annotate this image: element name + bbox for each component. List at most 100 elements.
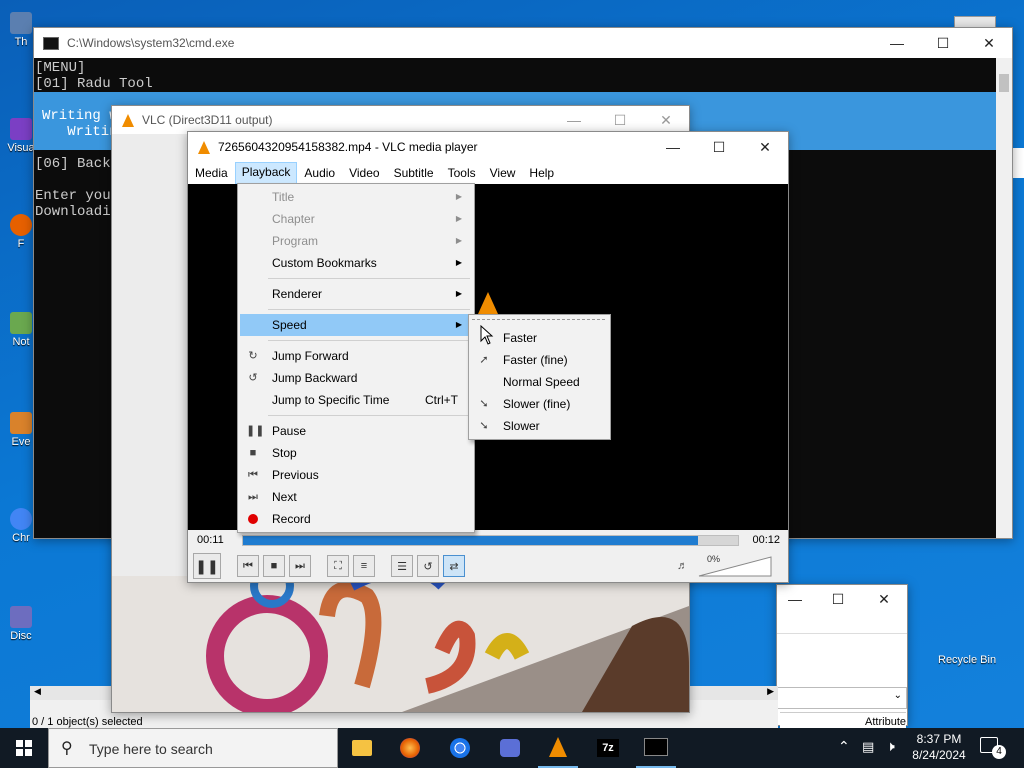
menu-item-jump-backward[interactable]: ↺ Jump Backward (240, 367, 472, 389)
clock[interactable]: 8:37 PM 8/24/2024 (912, 732, 966, 762)
desktop-icon-firefox[interactable]: F (6, 214, 36, 250)
menu-item-jump-specific-time[interactable]: Jump to Specific Time Ctrl+T (240, 389, 472, 411)
menu-help[interactable]: Help (522, 163, 561, 183)
notepad-icon (10, 312, 32, 334)
menu-view[interactable]: View (483, 163, 523, 183)
fullscreen-button[interactable]: ⛶ (327, 555, 349, 577)
vlc-cone-icon (122, 113, 134, 127)
pause-button[interactable]: ❚❚ (193, 553, 221, 579)
network-icon[interactable]: ▤ (862, 739, 874, 755)
menu-item-previous[interactable]: ⏮ Previous (240, 464, 472, 486)
chevron-right-icon: ▶ (455, 320, 462, 329)
extended-settings-button[interactable]: ≡ (353, 555, 375, 577)
taskbar-cmd[interactable] (636, 728, 676, 768)
chevron-up-icon[interactable]: ⌃ (838, 738, 850, 755)
menu-video[interactable]: Video (342, 163, 386, 183)
search-box[interactable]: ⚲ Type here to search (48, 728, 338, 768)
volume-muted-icon[interactable]: 🕨 (886, 738, 895, 755)
taskbar-vlc[interactable] (538, 728, 578, 768)
cmd-title: C:\Windows\system32\cmd.exe (67, 36, 235, 50)
minimize-button[interactable]: — (551, 106, 597, 134)
menu-item-renderer[interactable]: Renderer ▶ (240, 283, 472, 305)
menu-item-chapter[interactable]: Chapter ▶ (240, 208, 472, 230)
desktop-icon-notepad[interactable]: Not (6, 312, 36, 348)
vlc-output-titlebar[interactable]: VLC (Direct3D11 output) — ☐ ✕ (112, 106, 689, 134)
search-app-icon (10, 412, 32, 434)
menu-item-slower[interactable]: ➘ Slower (471, 415, 608, 437)
elapsed-time: 00:11 (197, 534, 224, 546)
minimize-button[interactable]: — (775, 585, 815, 613)
minimize-button[interactable]: — (650, 132, 696, 162)
console-line: Downloadin (35, 204, 120, 220)
close-button[interactable]: ✕ (861, 585, 907, 613)
cmd-titlebar[interactable]: C:\Windows\system32\cmd.exe — ☐ ✕ (34, 28, 1012, 58)
close-button[interactable]: ✕ (966, 28, 1012, 58)
jump-backward-icon: ↺ (248, 372, 258, 384)
maximize-button[interactable]: ☐ (696, 132, 742, 162)
scrollbar-thumb[interactable] (999, 74, 1009, 92)
menu-subtitle[interactable]: Subtitle (387, 163, 441, 183)
desktop-icon-discord[interactable]: Disc (6, 606, 36, 642)
menu-tools[interactable]: Tools (441, 163, 483, 183)
firefox-icon (400, 738, 420, 758)
menu-item-record[interactable]: Record (240, 508, 472, 530)
taskbar-chrome[interactable] (440, 728, 480, 768)
close-button[interactable]: ✕ (742, 132, 788, 162)
menu-item-stop[interactable]: ■ Stop (240, 442, 472, 464)
menu-playback[interactable]: Playback (234, 162, 298, 184)
menu-item-normal-speed[interactable]: Normal Speed (471, 371, 608, 393)
desktop-icon-this-pc[interactable]: Th (6, 12, 36, 48)
menu-media[interactable]: Media (188, 163, 235, 183)
action-center-button[interactable]: 4 (980, 737, 1006, 759)
maximize-button[interactable]: ☐ (815, 585, 861, 613)
chevron-down-icon: ⌄ (893, 690, 902, 701)
menu-item-slower-fine[interactable]: ➘ Slower (fine) (471, 393, 608, 415)
close-button[interactable]: ✕ (643, 106, 689, 134)
menu-item-jump-forward[interactable]: ↻ Jump Forward (240, 345, 472, 367)
menu-item-faster-fine[interactable]: ➚ Faster (fine) (471, 349, 608, 371)
scroll-left-icon[interactable]: ◀ (34, 686, 41, 697)
desktop-icon-chrome[interactable]: Chr (6, 508, 36, 544)
taskbar-app[interactable] (490, 728, 530, 768)
menu-audio[interactable]: Audio (297, 163, 342, 183)
recycle-bin-label[interactable]: Recycle Bin (938, 654, 996, 666)
vlc-titlebar[interactable]: 7265604320954158382.mp4 - VLC media play… (188, 132, 788, 162)
menu-item-pause[interactable]: ❚❚ Pause (240, 420, 472, 442)
minimize-button[interactable]: — (874, 28, 920, 58)
address-dropdown[interactable]: ⌄ (777, 687, 907, 709)
tear-off-line[interactable] (472, 319, 605, 320)
desktop-icon-visual-studio[interactable]: Visua (6, 118, 36, 154)
maximize-button[interactable]: ☐ (920, 28, 966, 58)
cmd-scrollbar[interactable] (996, 58, 1012, 538)
menu-item-program[interactable]: Program ▶ (240, 230, 472, 252)
loop-button[interactable]: ↺ (417, 555, 439, 577)
explorer-window[interactable]: — ☐ ✕ ⌄ (776, 584, 908, 726)
desktop-icon-everything[interactable]: Eve (6, 412, 36, 448)
taskbar-file-explorer[interactable] (342, 728, 382, 768)
computer-icon (10, 12, 32, 34)
shortcut-label: Ctrl+T (425, 393, 458, 407)
start-button[interactable] (0, 728, 48, 768)
stop-button[interactable]: ■ (263, 555, 285, 577)
next-icon: ⏭ (248, 491, 258, 503)
vlc-title: 7265604320954158382.mp4 - VLC media play… (218, 140, 478, 154)
cmd-icon (43, 36, 59, 50)
taskbar-7zip[interactable]: 7z (588, 728, 628, 768)
menu-item-speed[interactable]: Speed ▶ (240, 314, 472, 336)
menu-item-title[interactable]: Title ▶ (240, 186, 472, 208)
random-button[interactable]: ⇄ (443, 555, 465, 577)
playlist-button[interactable]: ☰ (391, 555, 413, 577)
maximize-button[interactable]: ☐ (597, 106, 643, 134)
scroll-right-icon[interactable]: ▶ (767, 686, 774, 697)
chrome-icon (450, 738, 470, 758)
taskbar-firefox[interactable] (390, 728, 430, 768)
menu-item-next[interactable]: ⏭ Next (240, 486, 472, 508)
menu-item-custom-bookmarks[interactable]: Custom Bookmarks ▶ (240, 252, 472, 274)
column-header-attribute[interactable]: Attribute (865, 716, 906, 728)
speaker-icon[interactable]: ♬ (677, 560, 688, 572)
seek-bar[interactable] (242, 535, 739, 546)
search-icon: ⚲ (61, 740, 73, 757)
previous-button[interactable]: ⏮ (237, 555, 259, 577)
next-button[interactable]: ⏭ (289, 555, 311, 577)
slower-icon: ➘ (479, 420, 489, 432)
